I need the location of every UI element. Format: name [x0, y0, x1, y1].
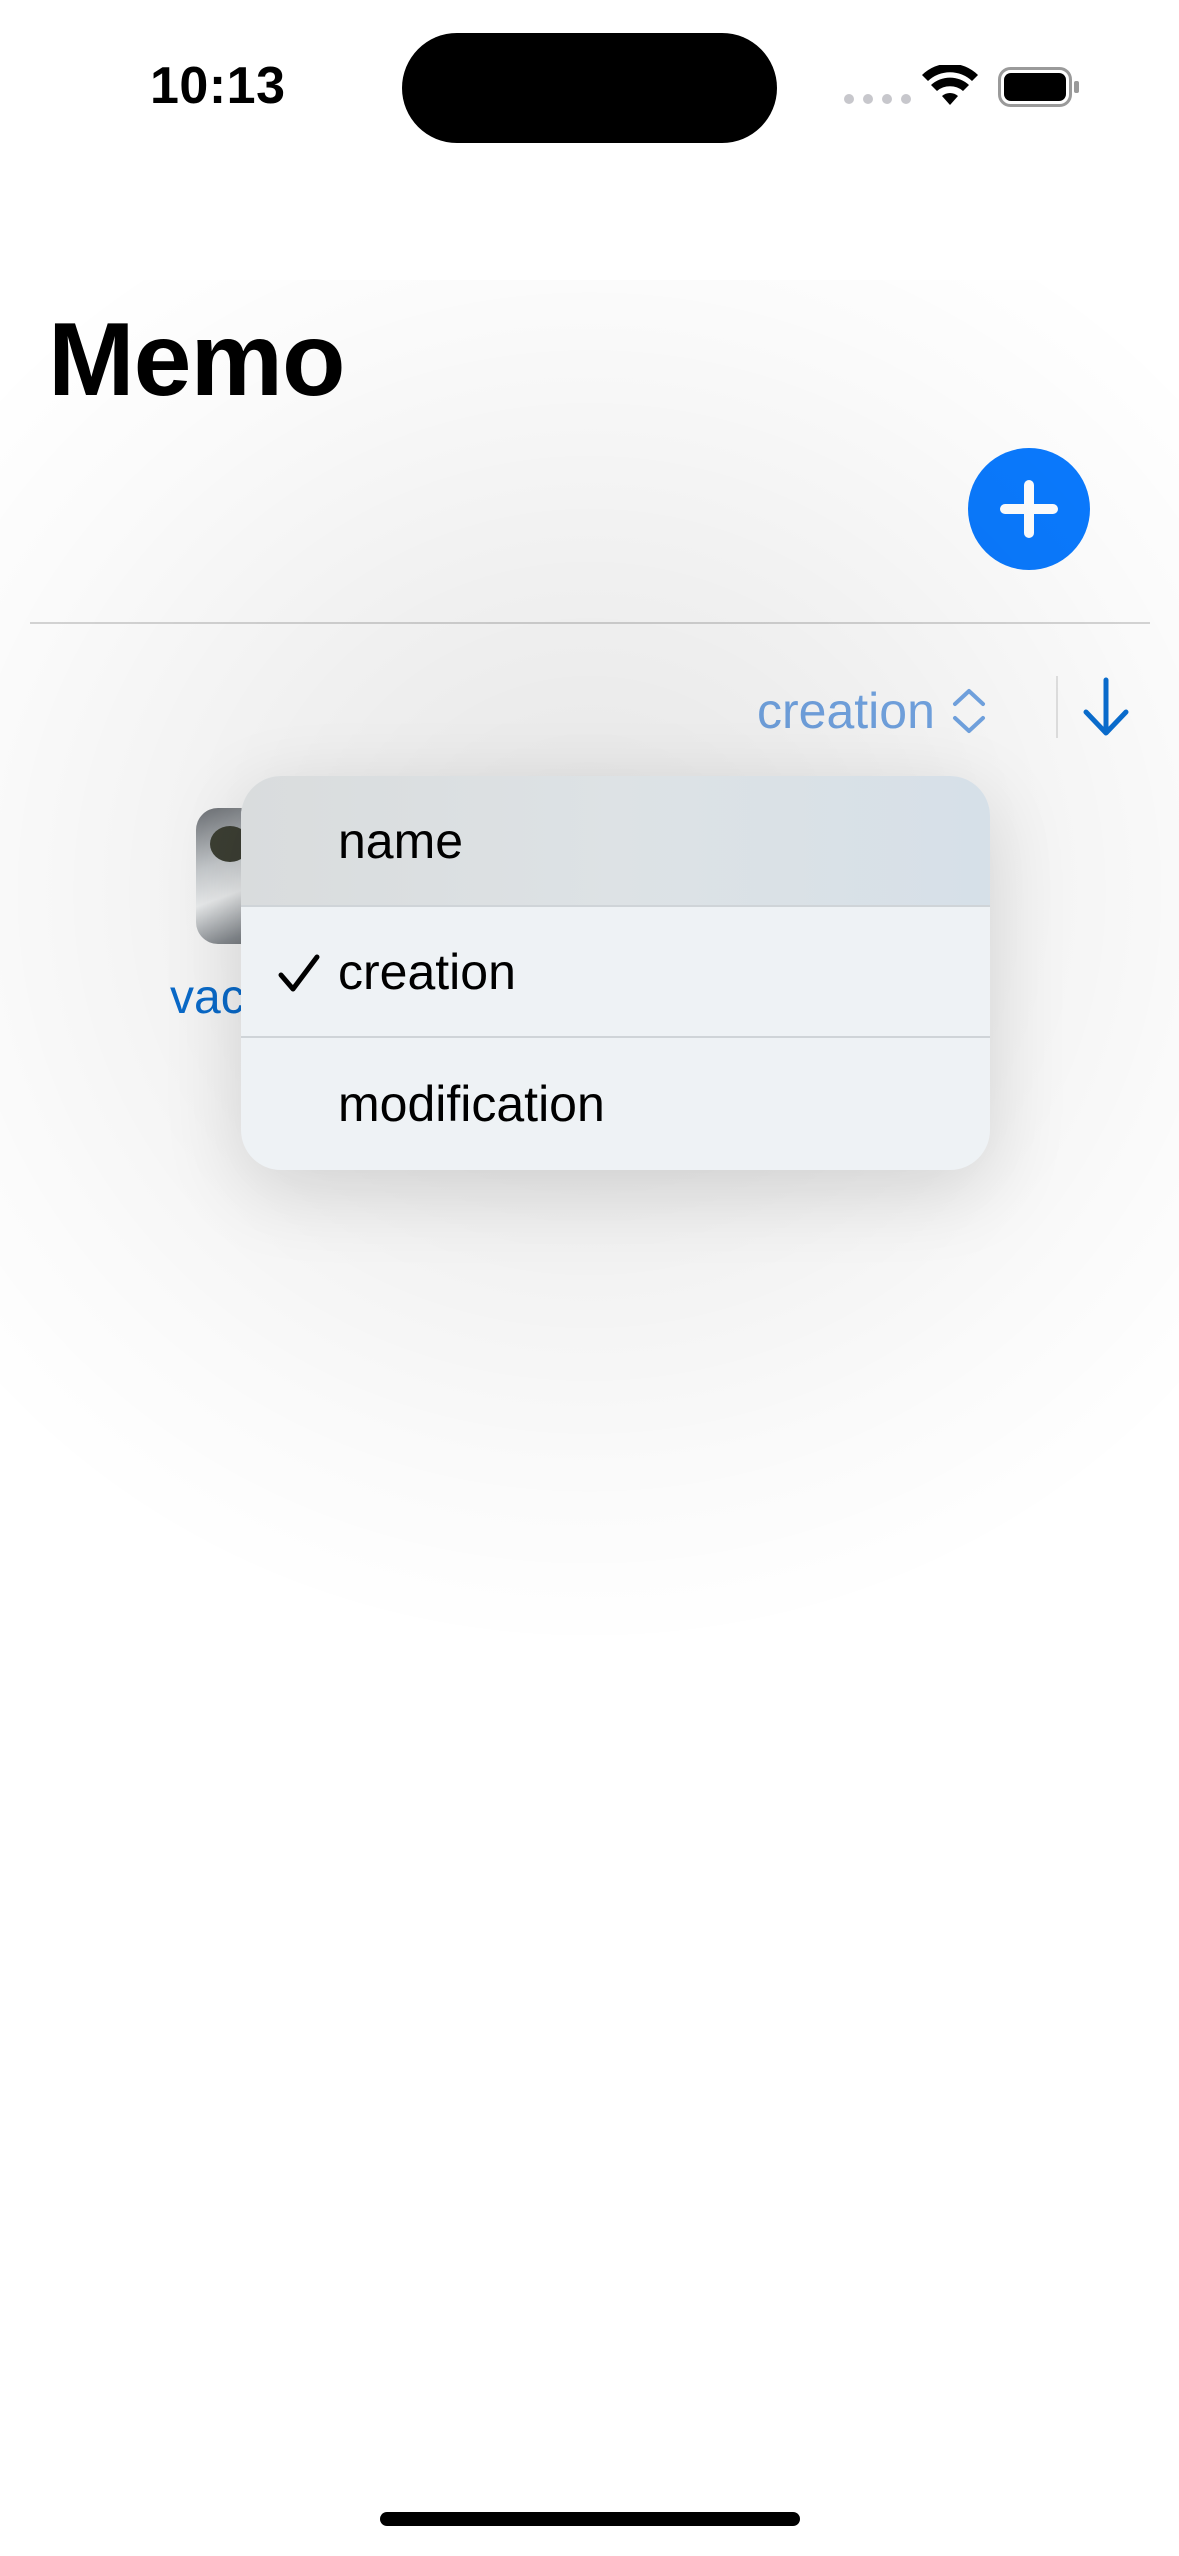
- menu-item-label: creation: [338, 943, 516, 1000]
- chevron-up-down-icon: [952, 689, 985, 733]
- status-time: 10:13: [150, 57, 286, 115]
- memo-item-label[interactable]: vac: [170, 970, 245, 1025]
- menu-item-name[interactable]: name: [241, 776, 990, 907]
- arrow-down-icon[interactable]: [1080, 676, 1132, 738]
- sort-menu: name creation modification: [241, 776, 990, 1170]
- menu-item-creation[interactable]: creation: [241, 907, 990, 1038]
- battery-icon: [998, 67, 1079, 107]
- checkmark-icon: [278, 954, 320, 992]
- add-memo-button[interactable]: [968, 448, 1090, 570]
- menu-item-modification[interactable]: modification: [241, 1038, 990, 1170]
- sort-field-label: creation: [757, 683, 935, 739]
- sort-separator: [1056, 676, 1058, 738]
- page-title: Memo: [48, 302, 345, 418]
- menu-item-label: modification: [338, 1076, 605, 1132]
- plus-icon: [1000, 480, 1058, 538]
- dynamic-island: [402, 33, 777, 143]
- menu-item-label: name: [338, 812, 464, 869]
- header-divider: [30, 622, 1150, 624]
- sort-field-picker[interactable]: creation: [757, 676, 989, 746]
- cellular-signal-icon: [844, 94, 911, 104]
- wifi-icon: [922, 65, 978, 105]
- home-indicator[interactable]: [380, 2512, 800, 2526]
- screen: 10:13 Memo creation vac name creation mo…: [0, 0, 1179, 2556]
